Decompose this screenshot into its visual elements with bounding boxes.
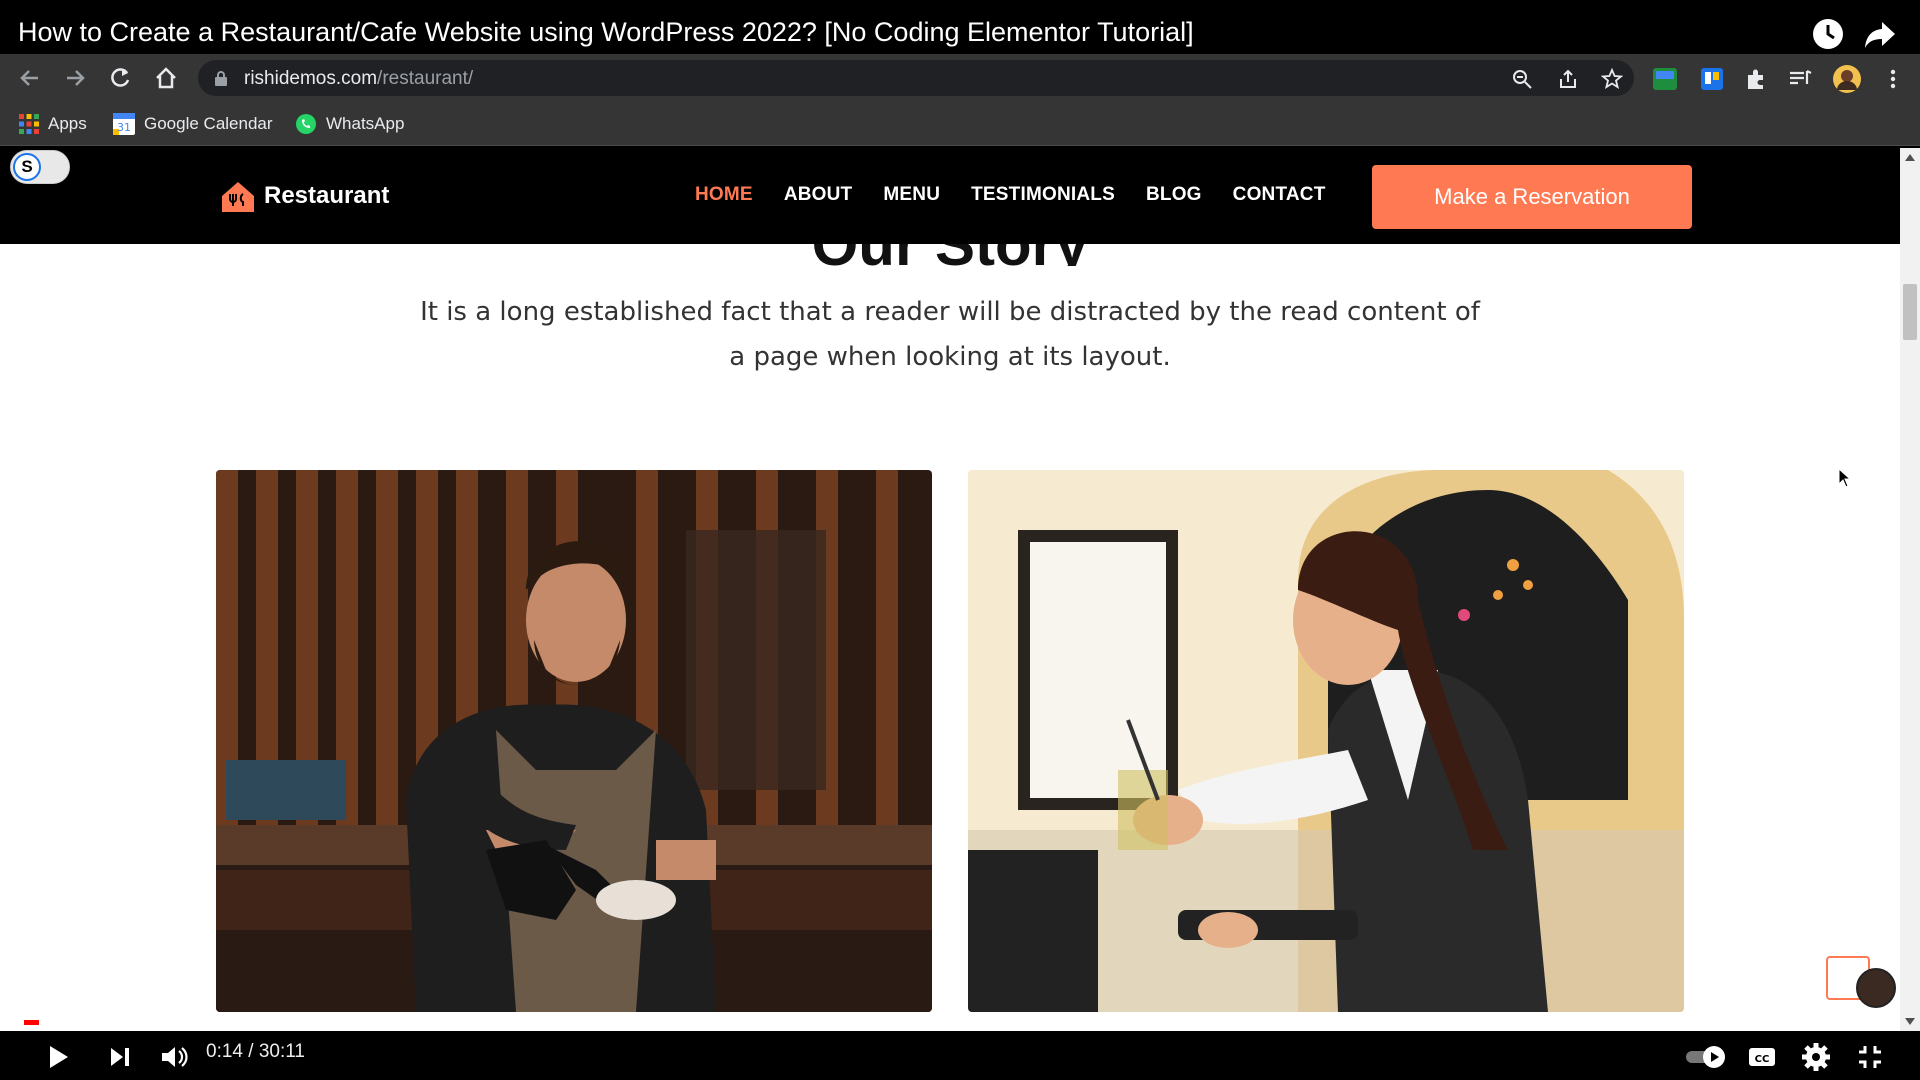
autoplay-toggle-icon[interactable] <box>1684 1039 1730 1075</box>
nav-blog[interactable]: BLOG <box>1146 184 1202 206</box>
restaurant-logo-icon <box>222 182 254 212</box>
video-progress-bar[interactable] <box>24 1020 1896 1025</box>
nav-contact[interactable]: CONTACT <box>1233 184 1326 206</box>
captions-icon[interactable]: CC <box>1744 1039 1780 1075</box>
watch-later-icon[interactable] <box>1810 16 1846 52</box>
page-scrollbar[interactable] <box>1900 148 1920 1031</box>
trello-extension-icon[interactable] <box>1699 66 1725 92</box>
zoom-icon[interactable] <box>1510 67 1534 91</box>
bookmark-label: Apps <box>48 114 87 133</box>
scroll-down-arrow-icon[interactable] <box>1905 1018 1915 1025</box>
nav-testimonials[interactable]: TESTIMONIALS <box>971 184 1115 206</box>
cursor-icon <box>1838 468 1850 488</box>
home-icon[interactable] <box>152 64 180 92</box>
barista-photo <box>216 470 932 1012</box>
chrome-menu-icon[interactable] <box>1880 66 1906 92</box>
exit-fullscreen-icon[interactable] <box>1852 1039 1888 1075</box>
video-title[interactable]: How to Create a Restaurant/Cafe Website … <box>18 17 1194 48</box>
site-header: Restaurant HOME ABOUT MENU TESTIMONIALS … <box>0 148 1900 244</box>
video-controls: 0:14 / 30:11 CC <box>0 1031 1920 1080</box>
scroll-up-arrow-icon[interactable] <box>1905 154 1915 161</box>
play-icon[interactable] <box>40 1039 76 1075</box>
scrollbar-thumb[interactable] <box>1903 284 1917 340</box>
forward-arrow-icon[interactable] <box>61 64 89 92</box>
settings-gear-icon[interactable] <box>1798 1039 1834 1075</box>
share-page-icon[interactable] <box>1556 67 1580 91</box>
nav-about[interactable]: ABOUT <box>784 184 853 206</box>
bookmark-label: WhatsApp <box>326 114 405 133</box>
intro-line-2: a page when looking at its layout. <box>729 342 1171 372</box>
bookmark-apps[interactable]: Apps <box>18 110 87 138</box>
nav-home[interactable]: HOME <box>695 184 753 206</box>
share-icon[interactable] <box>1862 16 1898 52</box>
bookmark-whatsapp[interactable]: WhatsApp <box>294 110 404 138</box>
google-calendar-icon: 31 <box>113 113 135 135</box>
progress-played <box>24 1020 39 1025</box>
waitress-photo <box>968 470 1684 1012</box>
bookmark-label: Google Calendar <box>144 114 273 133</box>
reload-icon[interactable] <box>106 64 134 92</box>
make-reservation-button[interactable]: Make a Reservation <box>1372 165 1692 229</box>
profile-avatar-icon[interactable] <box>1832 64 1862 94</box>
extension-toggle[interactable]: S <box>10 150 70 184</box>
url-text: rishidemos.com/restaurant/ <box>244 68 473 90</box>
site-logo[interactable]: Restaurant <box>218 176 389 216</box>
browser-toolbar: rishidemos.com/restaurant/ <box>0 54 1920 102</box>
video-title-bar: How to Create a Restaurant/Cafe Website … <box>0 0 1920 54</box>
reading-list-icon[interactable] <box>1787 66 1813 92</box>
intro-line-1: It is a long established fact that a rea… <box>420 297 1480 327</box>
extensions-puzzle-icon[interactable] <box>1743 66 1769 92</box>
whatsapp-icon <box>296 114 316 134</box>
bookmark-google-calendar[interactable]: 31 Google Calendar <box>112 110 273 138</box>
next-icon[interactable] <box>102 1039 138 1075</box>
bookmarks-bar: Apps 31 Google Calendar WhatsApp <box>0 102 1920 146</box>
svg-text:31: 31 <box>117 121 131 134</box>
bookmark-star-icon[interactable] <box>1600 67 1624 91</box>
nav-menu[interactable]: MENU <box>883 184 940 206</box>
web-page: Our Story Restaurant HOME ABOUT MENU TES… <box>0 148 1900 1031</box>
svg-text:CC: CC <box>1755 1054 1770 1065</box>
apps-grid-icon <box>19 114 39 134</box>
sam-extension-icon[interactable] <box>1652 66 1678 92</box>
url-domain: rishidemos.com <box>244 68 378 89</box>
main-nav: HOME ABOUT MENU TESTIMONIALS BLOG CONTAC… <box>695 184 1326 206</box>
url-path: /restaurant/ <box>377 68 474 89</box>
logo-text: Restaurant <box>264 182 390 209</box>
intro-paragraph: It is a long established fact that a rea… <box>400 290 1500 380</box>
address-bar[interactable]: rishidemos.com/restaurant/ <box>198 60 1634 96</box>
video-time: 0:14 / 30:11 <box>206 1041 305 1062</box>
volume-icon[interactable] <box>156 1039 192 1075</box>
toggle-knob: S <box>13 153 41 181</box>
channel-avatar[interactable] <box>1856 968 1896 1008</box>
lock-icon <box>215 71 227 86</box>
back-arrow-icon[interactable] <box>16 64 44 92</box>
